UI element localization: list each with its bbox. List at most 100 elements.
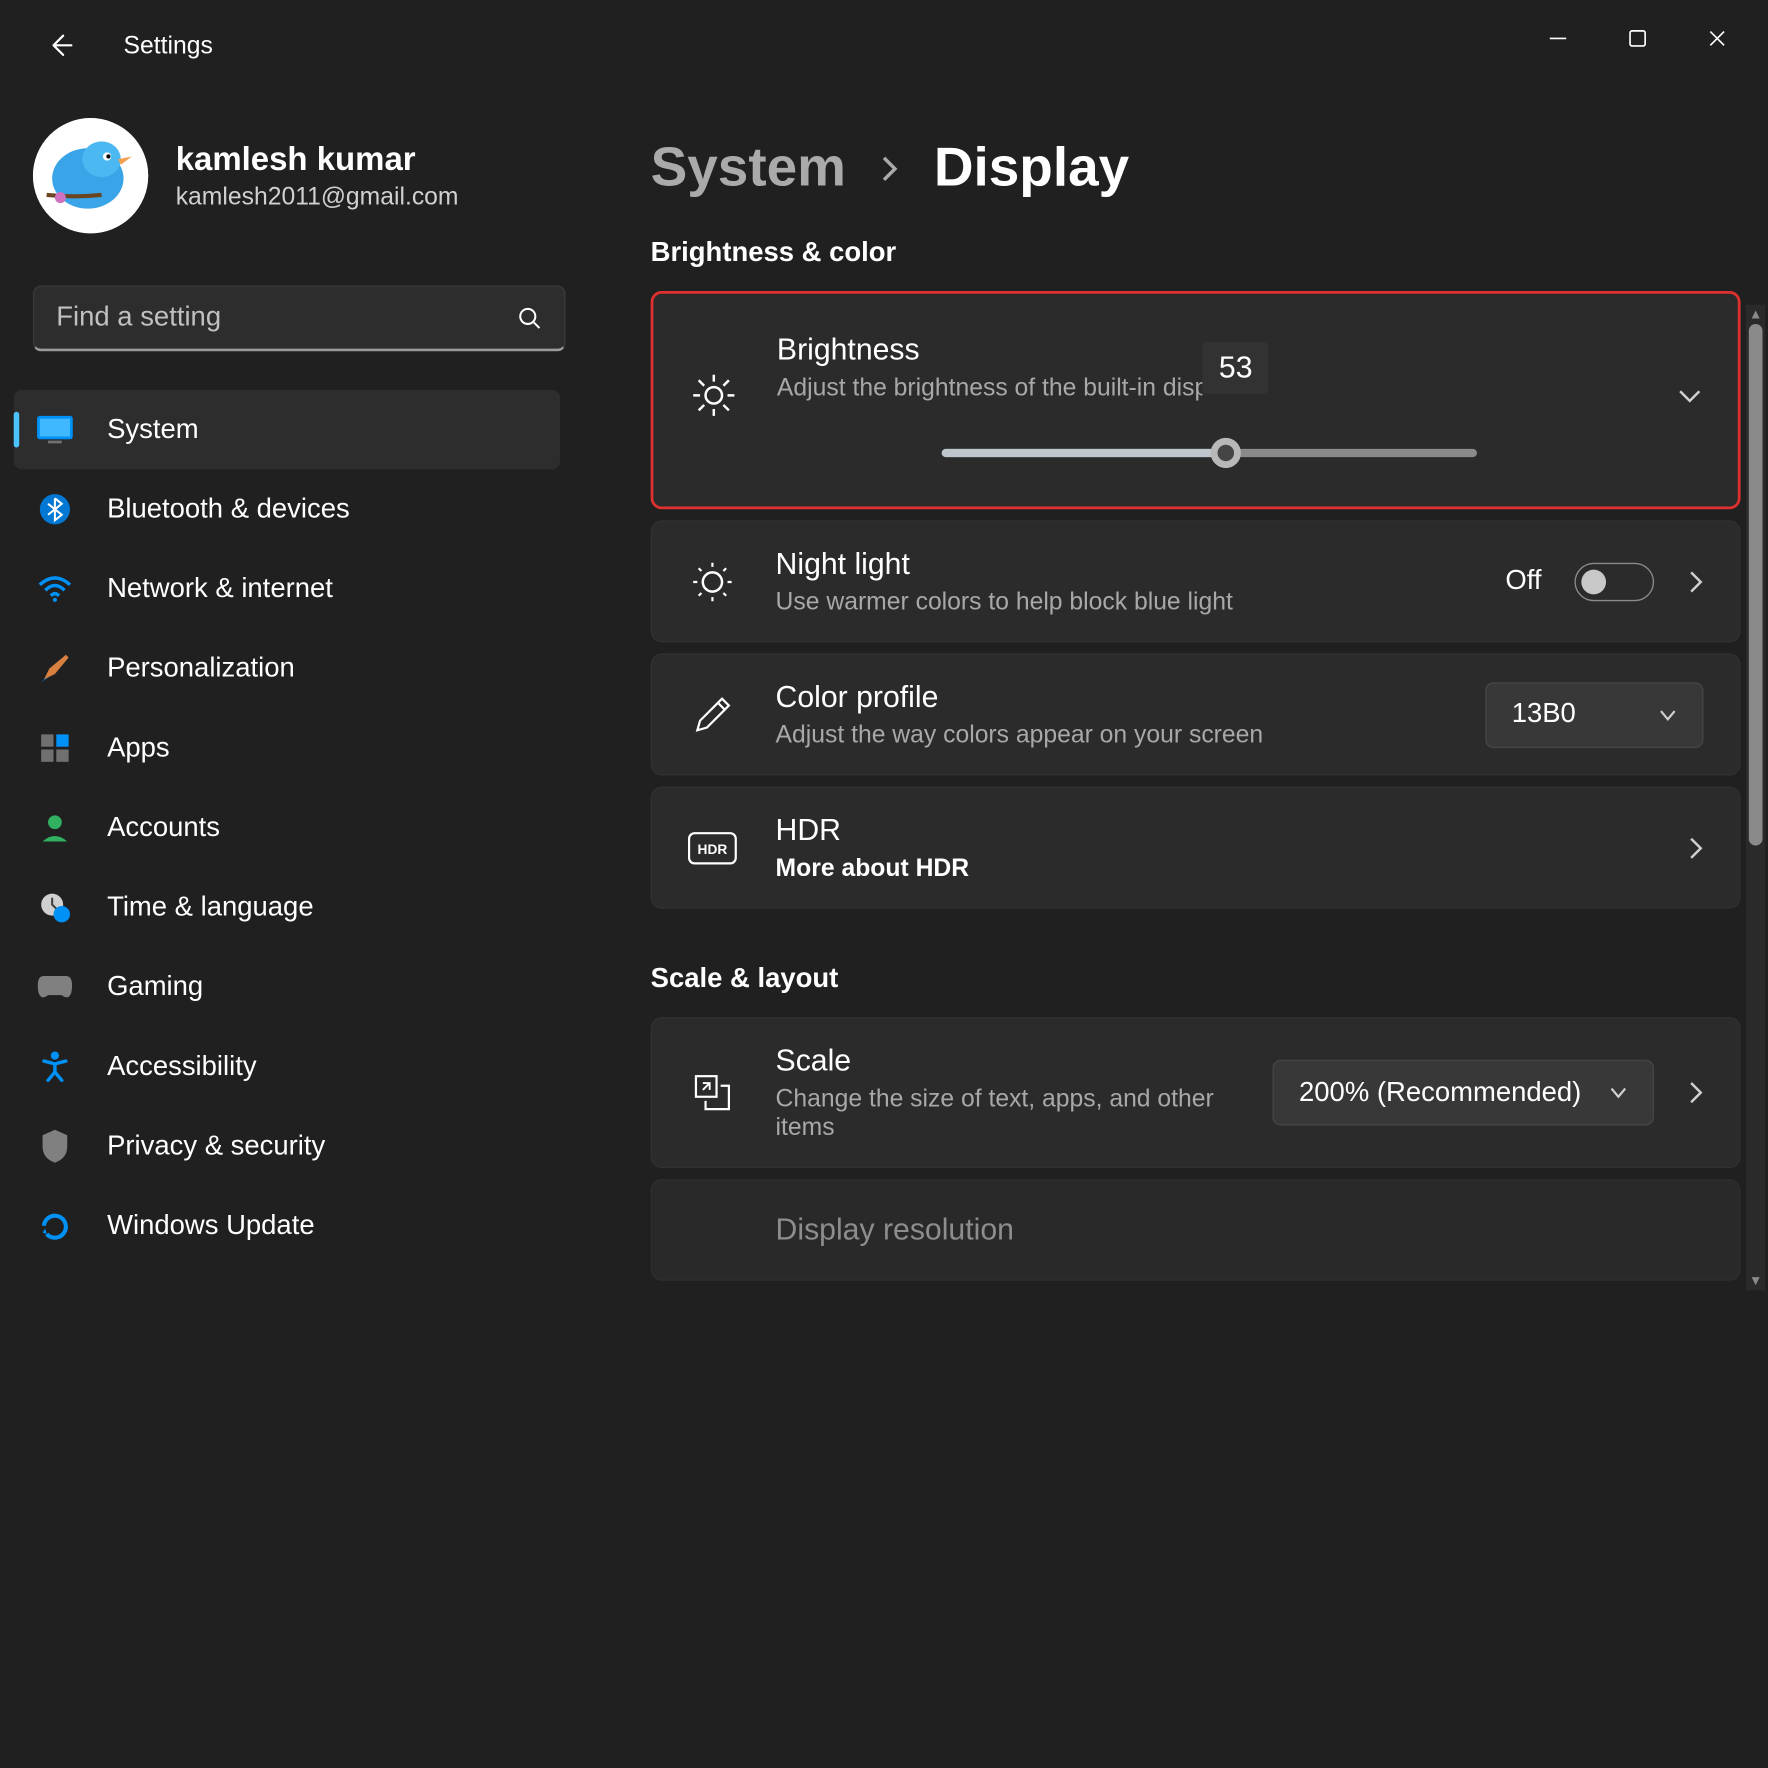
night-light-title: Night light bbox=[776, 546, 1467, 582]
maximize-icon bbox=[1628, 29, 1647, 48]
close-button[interactable] bbox=[1677, 11, 1757, 66]
section-title-brightness-color: Brightness & color bbox=[651, 237, 1741, 269]
scale-icon bbox=[688, 1068, 737, 1117]
scrollbar-down-icon[interactable]: ▼ bbox=[1746, 1271, 1765, 1290]
breadcrumb-current: Display bbox=[934, 137, 1129, 199]
night-light-state-label: Off bbox=[1505, 566, 1541, 598]
scrollbar-thumb[interactable] bbox=[1749, 324, 1763, 846]
chevron-right-icon[interactable] bbox=[1687, 1080, 1703, 1105]
scale-dropdown[interactable]: 200% (Recommended) bbox=[1273, 1060, 1654, 1126]
slider-fill bbox=[942, 449, 1226, 457]
gamepad-icon bbox=[33, 965, 77, 1009]
scale-subtitle: Change the size of text, apps, and other… bbox=[776, 1084, 1215, 1142]
sidebar-item-network[interactable]: Network & internet bbox=[14, 549, 560, 629]
close-icon bbox=[1708, 29, 1727, 48]
sidebar-item-gaming[interactable]: Gaming bbox=[14, 947, 560, 1027]
night-light-card[interactable]: Night light Use warmer colors to help bl… bbox=[651, 520, 1741, 642]
display-resolution-card[interactable]: Display resolution bbox=[651, 1179, 1741, 1281]
hdr-icon: HDR bbox=[688, 823, 737, 872]
paintbrush-icon bbox=[33, 647, 77, 691]
chevron-down-icon bbox=[1609, 1086, 1628, 1100]
app-title: Settings bbox=[124, 31, 213, 60]
person-icon bbox=[33, 806, 77, 850]
sidebar-item-label: System bbox=[107, 414, 199, 446]
system-icon bbox=[33, 408, 77, 452]
accessibility-icon bbox=[33, 1045, 77, 1089]
left-column: kamlesh kumar kamlesh2011@gmail.com Syst… bbox=[0, 91, 598, 1293]
color-profile-title: Color profile bbox=[776, 679, 1448, 715]
update-icon bbox=[33, 1204, 77, 1248]
window-controls bbox=[1518, 11, 1757, 66]
maximize-button[interactable] bbox=[1598, 11, 1678, 66]
sidebar-item-label: Network & internet bbox=[107, 573, 333, 605]
avatar bbox=[33, 118, 148, 233]
section-title-scale-layout: Scale & layout bbox=[651, 964, 1741, 996]
shield-icon bbox=[33, 1124, 77, 1168]
chevron-right-icon bbox=[879, 153, 901, 183]
display-resolution-title: Display resolution bbox=[776, 1212, 1704, 1248]
chevron-right-icon[interactable] bbox=[1687, 569, 1703, 594]
chevron-right-icon[interactable] bbox=[1687, 835, 1703, 860]
sidebar-item-windows-update[interactable]: Windows Update bbox=[14, 1186, 560, 1266]
search-box[interactable] bbox=[33, 286, 566, 352]
brightness-subtitle: Adjust the brightness of the built-in di… bbox=[777, 373, 1203, 402]
arrow-left-icon bbox=[47, 32, 74, 59]
brightness-icon bbox=[689, 370, 738, 419]
sidebar-item-label: Accessibility bbox=[107, 1051, 257, 1083]
sidebar-item-label: Accounts bbox=[107, 812, 220, 844]
sidebar-item-label: Windows Update bbox=[107, 1210, 315, 1242]
scale-selected: 200% (Recommended) bbox=[1299, 1077, 1581, 1109]
clock-globe-icon bbox=[33, 885, 77, 929]
search-icon bbox=[517, 305, 542, 330]
slider-thumb[interactable] bbox=[1210, 438, 1240, 468]
color-profile-dropdown[interactable]: 13B0 bbox=[1486, 682, 1704, 748]
search-input[interactable] bbox=[56, 302, 517, 334]
minimize-icon bbox=[1548, 29, 1567, 48]
sidebar-item-time-language[interactable]: Time & language bbox=[14, 868, 560, 948]
wifi-icon bbox=[33, 567, 77, 611]
sidebar-item-system[interactable]: System bbox=[14, 390, 560, 470]
back-button[interactable] bbox=[44, 29, 77, 62]
brightness-card[interactable]: Brightness Adjust the brightness of the … bbox=[651, 291, 1741, 509]
brightness-slider[interactable] bbox=[942, 449, 1477, 457]
night-light-icon bbox=[688, 557, 737, 606]
scale-card[interactable]: Scale Change the size of text, apps, and… bbox=[651, 1017, 1741, 1168]
sidebar-item-label: Bluetooth & devices bbox=[107, 493, 350, 525]
sidebar-item-privacy[interactable]: Privacy & security bbox=[14, 1106, 560, 1186]
user-name: kamlesh kumar bbox=[176, 141, 459, 179]
sidebar-item-accessibility[interactable]: Accessibility bbox=[14, 1027, 560, 1107]
chevron-down-icon[interactable] bbox=[1677, 386, 1702, 402]
breadcrumb: System Display bbox=[651, 137, 1741, 199]
color-profile-selected: 13B0 bbox=[1512, 699, 1576, 731]
toggle-thumb bbox=[1581, 569, 1606, 594]
user-card[interactable]: kamlesh kumar kamlesh2011@gmail.com bbox=[0, 91, 598, 247]
hdr-subtitle: More about HDR bbox=[776, 854, 1649, 883]
avatar-bird-icon bbox=[33, 118, 148, 233]
night-light-toggle[interactable] bbox=[1574, 562, 1654, 600]
bluetooth-icon bbox=[33, 487, 77, 531]
scrollbar[interactable]: ▲ ▼ bbox=[1746, 305, 1765, 1291]
chevron-down-icon bbox=[1658, 708, 1677, 722]
user-email: kamlesh2011@gmail.com bbox=[176, 182, 459, 211]
breadcrumb-parent[interactable]: System bbox=[651, 137, 846, 199]
sidebar-item-label: Privacy & security bbox=[107, 1130, 325, 1162]
color-profile-subtitle: Adjust the way colors appear on your scr… bbox=[776, 721, 1448, 750]
sidebar-item-apps[interactable]: Apps bbox=[14, 708, 560, 788]
brightness-value-tooltip: 53 bbox=[1202, 341, 1269, 393]
scale-title: Scale bbox=[776, 1043, 1235, 1079]
hdr-card[interactable]: HDR HDR More about HDR bbox=[651, 787, 1741, 909]
sidebar-nav: System Bluetooth & devices Network & int… bbox=[0, 362, 574, 1293]
sidebar-item-label: Gaming bbox=[107, 971, 203, 1003]
sidebar-item-bluetooth[interactable]: Bluetooth & devices bbox=[14, 469, 560, 549]
brightness-title: Brightness bbox=[777, 332, 1203, 368]
sidebar-item-personalization[interactable]: Personalization bbox=[14, 629, 560, 709]
color-profile-card[interactable]: Color profile Adjust the way colors appe… bbox=[651, 653, 1741, 775]
scrollbar-up-icon[interactable]: ▲ bbox=[1746, 305, 1765, 324]
svg-text:HDR: HDR bbox=[698, 841, 728, 856]
eyedropper-icon bbox=[688, 690, 737, 739]
sidebar-item-accounts[interactable]: Accounts bbox=[14, 788, 560, 868]
minimize-button[interactable] bbox=[1518, 11, 1598, 66]
main-content: System Display Brightness & color Bright… bbox=[598, 91, 1768, 1293]
hdr-title: HDR bbox=[776, 813, 1649, 849]
night-light-subtitle: Use warmer colors to help block blue lig… bbox=[776, 588, 1467, 617]
